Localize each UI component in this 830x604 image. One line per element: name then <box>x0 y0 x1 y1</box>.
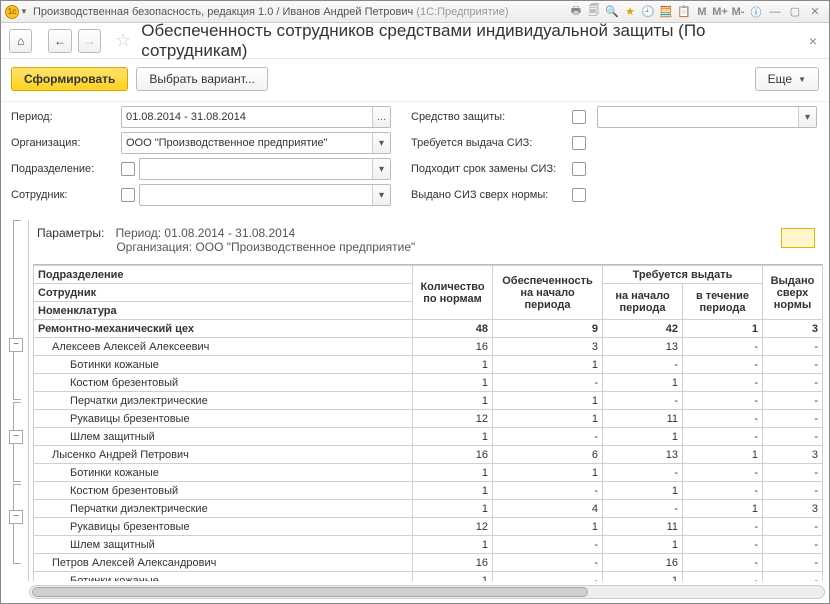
outline-gutter[interactable]: − − − <box>7 220 29 581</box>
table-row[interactable]: Костюм брезентовый1-1-- <box>34 374 823 392</box>
emp-field[interactable]: ▾ <box>139 184 391 206</box>
generate-button[interactable]: Сформировать <box>11 67 128 91</box>
emp-label: Сотрудник: <box>11 189 121 201</box>
star-icon[interactable]: ☆ <box>115 30 131 51</box>
table-row[interactable]: Ботинки кожаные11--- <box>34 356 823 374</box>
table-row[interactable]: Перчатки диэлектрические14-13 <box>34 500 823 518</box>
m-plus-icon[interactable]: M+ <box>712 4 728 20</box>
home-button[interactable]: ⌂ <box>9 29 32 53</box>
dept-field[interactable]: ▾ <box>139 158 391 180</box>
page-title: Обеспеченность сотрудников средствами ин… <box>141 21 799 61</box>
table-row[interactable]: Алексеев Алексей Алексеевич16313-- <box>34 338 823 356</box>
replace-checkbox[interactable] <box>572 162 586 176</box>
forward-button[interactable]: → <box>78 29 101 53</box>
calc-icon[interactable]: 🧮 <box>658 4 674 20</box>
close-icon[interactable]: ✕ <box>807 4 823 20</box>
means-field[interactable]: ▾ <box>597 106 817 128</box>
back-button[interactable]: ← <box>48 29 71 53</box>
need-checkbox[interactable] <box>572 136 586 150</box>
replace-label: Подходит срок замены СИЗ: <box>411 163 561 175</box>
m-minus-icon[interactable]: M- <box>730 4 746 20</box>
m-icon[interactable]: M <box>694 4 710 20</box>
toolbar-icon[interactable]: 🖶 <box>568 4 584 20</box>
table-row[interactable]: Ботинки кожаные11--- <box>34 464 823 482</box>
favorite-icon[interactable]: ★ <box>622 4 638 20</box>
org-field[interactable]: ООО "Производственное предприятие"▾ <box>121 132 391 154</box>
means-checkbox[interactable] <box>572 110 586 124</box>
table-row[interactable]: Ремонтно-механический цех4894213 <box>34 320 823 338</box>
table-row[interactable]: Шлем защитный1-1-- <box>34 536 823 554</box>
toolbar-icon[interactable]: 🔍 <box>604 4 620 20</box>
highlight-swatch <box>781 228 815 248</box>
table-row[interactable]: Петров Алексей Александрович16-16-- <box>34 554 823 572</box>
toolbar-icon[interactable]: 🗐 <box>586 4 602 20</box>
horizontal-scrollbar[interactable] <box>29 585 825 599</box>
dept-checkbox[interactable] <box>121 162 135 176</box>
table-row[interactable]: Перчатки диэлектрические11--- <box>34 392 823 410</box>
maximize-icon[interactable]: ▢ <box>787 4 803 20</box>
minimize-icon[interactable]: — <box>767 4 783 20</box>
collapse-icon[interactable]: − <box>9 510 23 524</box>
emp-checkbox[interactable] <box>121 188 135 202</box>
dept-label: Подразделение: <box>11 163 121 175</box>
table-row[interactable]: Ботинки кожаные1-1-- <box>34 572 823 582</box>
collapse-icon[interactable]: − <box>9 430 23 444</box>
page-close-icon[interactable]: × <box>805 33 821 49</box>
over-label: Выдано СИЗ сверх нормы: <box>411 189 561 201</box>
more-button[interactable]: Еще▼ <box>755 67 819 91</box>
need-label: Требуется выдача СИЗ: <box>411 137 561 149</box>
table-row[interactable]: Шлем защитный1-1-- <box>34 428 823 446</box>
table-row[interactable]: Рукавицы брезентовые12111-- <box>34 410 823 428</box>
calendar-icon[interactable]: 📋 <box>676 4 692 20</box>
means-label: Средство защиты: <box>411 111 561 123</box>
window-title: Производственная безопасность, редакция … <box>33 6 509 18</box>
table-row[interactable]: Лысенко Андрей Петрович1661313 <box>34 446 823 464</box>
app-menu-chevron[interactable]: ▼ <box>19 7 29 16</box>
org-label: Организация: <box>11 137 121 149</box>
choose-variant-button[interactable]: Выбрать вариант... <box>136 67 267 91</box>
info-icon[interactable]: ⓘ <box>748 4 764 20</box>
over-checkbox[interactable] <box>572 188 586 202</box>
report-params: Параметры: Период: 01.08.2014 - 31.08.20… <box>33 220 823 264</box>
app-icon: 1c <box>5 5 19 19</box>
table-row[interactable]: Костюм брезентовый1-1-- <box>34 482 823 500</box>
period-field[interactable]: 01.08.2014 - 31.08.2014… <box>121 106 391 128</box>
report-table: Подразделение Количество по нормам Обесп… <box>33 265 823 581</box>
period-label: Период: <box>11 111 121 123</box>
history-icon[interactable]: 🕘 <box>640 4 656 20</box>
table-row[interactable]: Рукавицы брезентовые12111-- <box>34 518 823 536</box>
collapse-icon[interactable]: − <box>9 338 23 352</box>
